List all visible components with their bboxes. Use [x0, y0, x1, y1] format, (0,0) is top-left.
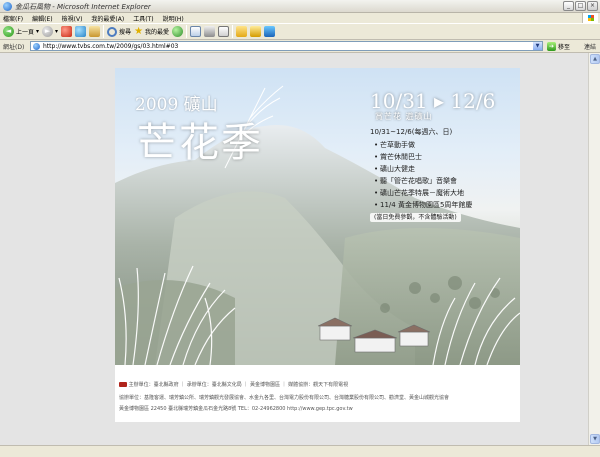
list-item: • 芒草動手做 — [374, 141, 415, 149]
close-button[interactable]: × — [587, 1, 598, 11]
history-icon[interactable] — [172, 26, 184, 37]
address-input[interactable]: http://www.tvbs.com.tw/2009/gs/03.html#0… — [30, 41, 543, 51]
scroll-down-icon[interactable]: ▼ — [590, 434, 600, 444]
star-icon: ★ — [134, 25, 144, 37]
toolbar-separator — [232, 25, 234, 38]
menu-file[interactable]: 檔案(F) — [3, 14, 23, 23]
refresh-icon[interactable] — [75, 26, 87, 37]
poster-title: 芒花季 — [137, 120, 263, 166]
home-icon[interactable] — [89, 26, 101, 37]
minimize-button[interactable]: _ — [563, 1, 574, 11]
toolbar: ◄ 上一頁 ▾ ► ▾ 搜尋 ★ 我的最愛 — [0, 23, 600, 40]
address-label: 網址(D) — [3, 43, 25, 51]
menu-view[interactable]: 檢視(V) — [62, 14, 83, 23]
co-organizer-line: 協辦單位：基隆客運、瑞芳鎮公所、瑞芳鎮觀光發展協會、水金九各里、台灣電力股份有限… — [119, 395, 450, 401]
folder-icon[interactable] — [236, 26, 248, 37]
list-item: • 11/4 黃金博物園區5周年館慶 — [374, 201, 473, 209]
address-bar: 網址(D) http://www.tvbs.com.tw/2009/gs/03.… — [0, 40, 600, 53]
organizer-line: 主辦單位：臺北縣政府 ｜ 承辦單位：臺北縣文化局 ｜ 黃金博物園區 ｜ 媒體協辦… — [119, 381, 348, 388]
chevron-down-icon[interactable]: ▼ — [533, 42, 542, 50]
window-title-bar: 金瓜石風物 - Microsoft Internet Explorer _ □ … — [0, 0, 600, 13]
toolbar-separator — [186, 25, 188, 38]
poster-subtitle: 賞芒花 遊礦山 — [375, 112, 433, 121]
search-label: 搜尋 — [119, 29, 132, 36]
vertical-scrollbar[interactable]: ▲ ▼ — [588, 53, 600, 445]
window-controls: _ □ × — [563, 1, 598, 11]
favorites-label: 我的最愛 — [145, 29, 170, 36]
organizer-logo — [119, 382, 127, 387]
menu-edit[interactable]: 編輯(E) — [32, 14, 52, 23]
maximize-button[interactable]: □ — [575, 1, 586, 11]
mail-icon[interactable] — [190, 26, 202, 37]
window-title: 金瓜石風物 - Microsoft Internet Explorer — [15, 3, 151, 11]
back-button[interactable]: ◄ 上一頁 ▾ — [3, 25, 39, 39]
go-button[interactable]: ➔ 移至 — [547, 41, 571, 51]
stop-icon[interactable] — [61, 26, 73, 37]
event-schedule: 10/31~12/6(每週六、日) • 芒草動手做 • 賞芒休閒巴士 • 礦山大健走 … — [370, 126, 472, 223]
menu-favorites[interactable]: 我的最愛(A) — [91, 14, 124, 23]
book-icon[interactable] — [250, 26, 262, 37]
poster-footer: 主辦單位：臺北縣政府 ｜ 承辦單位：臺北縣文化局 ｜ 黃金博物園區 ｜ 媒體協辦… — [115, 365, 520, 422]
chevron-down-icon[interactable]: ▾ — [55, 28, 58, 35]
back-arrow-icon: ◄ — [3, 26, 14, 37]
search-button[interactable]: 搜尋 — [107, 25, 131, 39]
status-bar — [0, 445, 600, 457]
scroll-up-icon[interactable]: ▲ — [590, 54, 600, 64]
schedule-period: 10/31~12/6(每週六、日) — [370, 128, 453, 136]
windows-logo — [582, 13, 598, 23]
edit-icon[interactable] — [218, 26, 230, 37]
chevron-down-icon[interactable]: ▾ — [36, 28, 39, 35]
page-icon — [33, 43, 40, 50]
forward-arrow-icon: ► — [42, 26, 54, 37]
list-item: • 聽「管芒花唱歌」音樂會 — [374, 177, 457, 185]
forward-button[interactable]: ► ▾ — [42, 25, 58, 39]
links-button[interactable]: 連結 — [584, 42, 596, 51]
schedule-note: (當日免費參觀，不含體驗活動) — [370, 213, 461, 222]
menu-bar: 檔案(F) 編輯(E) 檢視(V) 我的最愛(A) 工具(T) 說明(H) — [0, 13, 600, 23]
favorites-button[interactable]: ★ 我的最愛 — [134, 25, 169, 39]
page-viewport: 2009 礦山 芒花季 10/31 ▸ 12/6 賞芒花 遊礦山 10/31~1… — [0, 53, 588, 445]
go-label: 移至 — [558, 43, 571, 51]
address-url: http://www.tvbs.com.tw/2009/gs/03.html#0… — [43, 42, 179, 50]
search-icon — [107, 26, 118, 37]
list-item: • 礦山芒花季特展－魔術大地 — [374, 189, 464, 197]
poster-dates: 10/31 ▸ 12/6 — [370, 89, 496, 113]
go-arrow-icon: ➔ — [547, 41, 556, 51]
toolbar-separator — [103, 25, 105, 38]
print-icon[interactable] — [204, 26, 216, 37]
event-poster: 2009 礦山 芒花季 10/31 ▸ 12/6 賞芒花 遊礦山 10/31~1… — [115, 68, 520, 422]
menu-help[interactable]: 說明(H) — [163, 14, 184, 23]
internet-explorer-icon — [3, 2, 12, 11]
menu-tools[interactable]: 工具(T) — [133, 14, 153, 23]
list-item: • 賞芒休閒巴士 — [374, 153, 422, 161]
windows-flag-icon — [588, 15, 594, 21]
venue-line: 黃金博物園區 22450 臺北縣瑞芳鎮金瓜石金光路8號 TEL：02-24962… — [119, 406, 353, 412]
back-label: 上一頁 — [16, 29, 35, 36]
list-item: • 礦山大健走 — [374, 165, 415, 173]
messenger-icon[interactable] — [264, 26, 276, 37]
